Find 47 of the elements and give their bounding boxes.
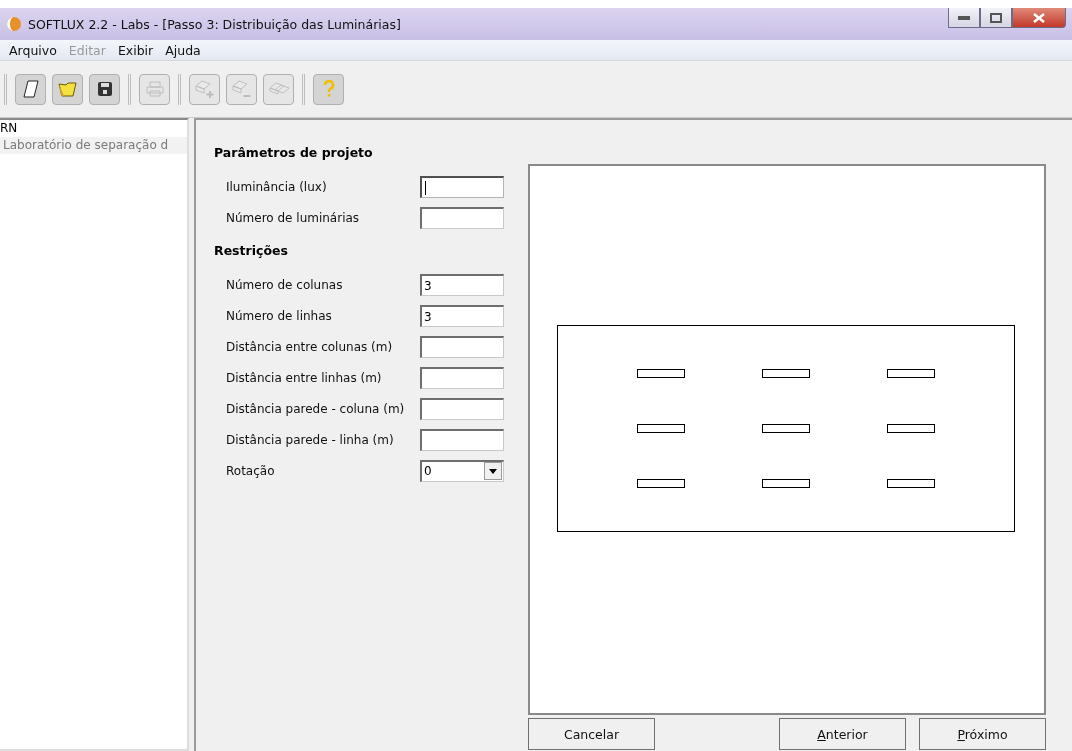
input-field[interactable]: 3 [420, 304, 504, 327]
input-field[interactable] [420, 366, 504, 389]
folder-icon [57, 81, 78, 97]
input-field[interactable] [420, 175, 504, 198]
input-field[interactable]: 3 [420, 273, 504, 296]
open-button[interactable] [52, 73, 83, 105]
blocks-icon [267, 80, 290, 98]
field-label: Distância parede - coluna (m) [226, 401, 406, 416]
menu-item[interactable]: Arquivo [4, 42, 62, 58]
block-plus-icon [193, 78, 216, 100]
save-button[interactable] [89, 73, 120, 105]
section-heading: Parâmetros de projeto [214, 145, 374, 162]
block-minus-icon [230, 78, 253, 100]
wizard-button[interactable]: Anterior [779, 718, 906, 750]
tree-item[interactable]: RN [0, 120, 187, 137]
input-field[interactable] [420, 428, 504, 451]
printer-icon [145, 81, 164, 97]
field-label: Iluminância (lux) [226, 179, 328, 194]
field-label: Distância entre linhas (m) [226, 370, 383, 385]
field-label: Distância parede - linha (m) [226, 432, 395, 447]
input-field[interactable] [420, 206, 504, 229]
wizard-button[interactable]: Cancelar [528, 718, 655, 750]
maximize-icon [990, 12, 1002, 23]
caret-icon [489, 468, 497, 474]
page-icon [22, 80, 39, 98]
field-label: Número de colunas [226, 277, 344, 292]
question-mark-icon [322, 80, 335, 98]
field-label: Número de linhas [226, 308, 333, 323]
menu-item[interactable]: Exibir [112, 42, 159, 58]
maximize-button[interactable] [980, 8, 1012, 28]
app-logo-icon [6, 16, 22, 32]
field-label: Número de luminárias [226, 210, 361, 225]
field-label: Rotação [226, 463, 276, 478]
input-field[interactable] [420, 335, 504, 358]
field-label: Distância entre colunas (m) [226, 339, 394, 354]
minimize-icon [958, 15, 970, 20]
new-button[interactable] [15, 73, 46, 105]
section-heading: Restrições [214, 243, 289, 260]
wizard-button[interactable]: Próximo [919, 718, 1046, 750]
window-title: SOFTLUX 2.2 - Labs - [Passo 3: Distribuição das Luminárias] [28, 16, 402, 32]
close-button[interactable] [1012, 8, 1066, 28]
minimize-button[interactable] [948, 8, 980, 28]
input-field[interactable] [420, 397, 504, 420]
rotation-dropdown[interactable]: 0 [420, 459, 504, 482]
tree-item[interactable]: Laboratório de separação d [0, 137, 187, 154]
close-icon [1033, 12, 1045, 23]
menu-item[interactable]: Ajuda [160, 42, 206, 58]
